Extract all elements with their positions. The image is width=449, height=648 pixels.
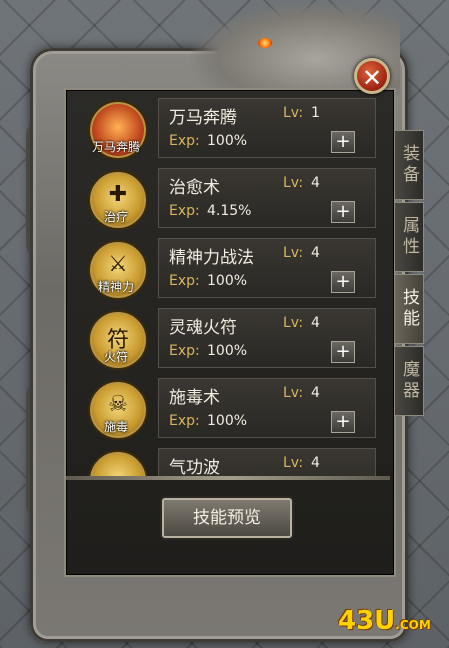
- level-label: Lv:: [283, 175, 304, 191]
- skill-preview-button[interactable]: 技能预览: [162, 498, 292, 538]
- skill-icon-label: 施毒: [103, 420, 128, 434]
- close-button[interactable]: ✕: [354, 58, 390, 94]
- exp-value: 100%: [207, 343, 248, 359]
- skill-info: 气功波 Lv: 4: [158, 448, 376, 476]
- tab-attributes[interactable]: 属性: [394, 202, 424, 272]
- shockwave-icon: [88, 450, 148, 476]
- skill-icon-box[interactable]: ⚔ 精神力: [76, 236, 156, 300]
- level-label: Lv:: [283, 455, 304, 471]
- skill-info: 治愈术 Lv: 4 Exp: 4.15% +: [158, 168, 376, 228]
- upgrade-button[interactable]: +: [331, 411, 355, 433]
- plus-icon: +: [335, 131, 351, 152]
- upgrade-button[interactable]: +: [331, 271, 355, 293]
- exp-value: 4.15%: [207, 203, 252, 219]
- watermark-main: 43U: [338, 606, 396, 636]
- skill-info: 万马奔腾 Lv: 1 Exp: 100% +: [158, 98, 376, 158]
- skill-row[interactable]: ⚔ 精神力 精神力战法 Lv: 4 Exp: 100% +: [72, 236, 380, 300]
- plus-icon: +: [335, 411, 351, 432]
- level-label: Lv:: [283, 245, 304, 261]
- skill-row[interactable]: 符 火符 灵魂火符 Lv: 4 Exp: 100% +: [72, 306, 380, 370]
- level-value: 4: [311, 175, 320, 191]
- skill-icon-label: 火符: [103, 350, 128, 364]
- exp-value: 100%: [207, 273, 248, 289]
- skill-name: 气功波: [169, 458, 220, 476]
- skill-row[interactable]: ✚ 治疗 治愈术 Lv: 4 Exp: 4.15% +: [72, 166, 380, 230]
- exp-label: Exp:: [169, 343, 200, 359]
- upgrade-button[interactable]: +: [331, 131, 355, 153]
- exp-label: Exp:: [169, 203, 200, 219]
- skill-icon-box[interactable]: 万马奔腾: [76, 96, 156, 160]
- sword-glyph: ⚔: [108, 252, 128, 277]
- panel-divider: [66, 476, 390, 480]
- skill-name: 万马奔腾: [169, 108, 237, 128]
- skill-name: 灵魂火符: [169, 318, 237, 338]
- exp-value: 100%: [207, 413, 248, 429]
- close-icon: ✕: [361, 64, 383, 92]
- exp-label: Exp:: [169, 133, 200, 149]
- level-label: Lv:: [283, 315, 304, 331]
- upgrade-button[interactable]: +: [331, 341, 355, 363]
- exp-value: 100%: [207, 133, 248, 149]
- skill-list[interactable]: 万马奔腾 万马奔腾 Lv: 1 Exp: 100% + ✚ 治疗 治愈术 Lv:…: [72, 96, 380, 476]
- watermark-suffix: .COM: [395, 618, 431, 632]
- skill-row[interactable]: ☠ 施毒 施毒术 Lv: 4 Exp: 100% +: [72, 376, 380, 440]
- skill-icon-label: 精神力: [97, 280, 134, 294]
- tab-equipment[interactable]: 装备: [394, 130, 424, 200]
- plus-icon: +: [335, 271, 351, 292]
- level-value: 1: [311, 105, 320, 121]
- level-value: 4: [311, 455, 320, 471]
- level-label: Lv:: [283, 385, 304, 401]
- exp-label: Exp:: [169, 273, 200, 289]
- skill-name: 精神力战法: [169, 248, 254, 268]
- skill-info: 施毒术 Lv: 4 Exp: 100% +: [158, 378, 376, 438]
- level-value: 4: [311, 385, 320, 401]
- site-watermark-logo: 43U.COM: [338, 606, 431, 636]
- skill-icon-box[interactable]: [76, 446, 156, 476]
- skill-icon-label: 治疗: [103, 210, 128, 224]
- level-value: 4: [311, 245, 320, 261]
- heal-glyph: ✚: [108, 182, 128, 207]
- skill-info: 灵魂火符 Lv: 4 Exp: 100% +: [158, 308, 376, 368]
- level-value: 4: [311, 315, 320, 331]
- tab-skills[interactable]: 技能: [394, 274, 424, 344]
- skill-icon-box[interactable]: 符 火符: [76, 306, 156, 370]
- skill-icon-box[interactable]: ✚ 治疗: [76, 166, 156, 230]
- dragon-eye-icon: [258, 38, 272, 48]
- tab-magic-items[interactable]: 魔器: [394, 346, 424, 416]
- plus-icon: +: [335, 341, 351, 362]
- skill-icon-label: 万马奔腾: [91, 140, 140, 154]
- skill-icon-box[interactable]: ☠ 施毒: [76, 376, 156, 440]
- plus-icon: +: [335, 201, 351, 222]
- level-label: Lv:: [283, 105, 304, 121]
- skill-row[interactable]: 万马奔腾 万马奔腾 Lv: 1 Exp: 100% +: [72, 96, 380, 160]
- exp-label: Exp:: [169, 413, 200, 429]
- skill-name: 治愈术: [169, 178, 220, 198]
- poison-glyph: ☠: [108, 392, 128, 417]
- skill-name: 施毒术: [169, 388, 220, 408]
- game-scene: ✕ 万马奔腾 万马奔腾 Lv: 1 Exp: 100% + ✚ 治疗 治愈术 L…: [0, 0, 449, 648]
- upgrade-button[interactable]: +: [331, 201, 355, 223]
- skill-info: 精神力战法 Lv: 4 Exp: 100% +: [158, 238, 376, 298]
- skill-row[interactable]: 气功波 Lv: 4: [72, 446, 380, 476]
